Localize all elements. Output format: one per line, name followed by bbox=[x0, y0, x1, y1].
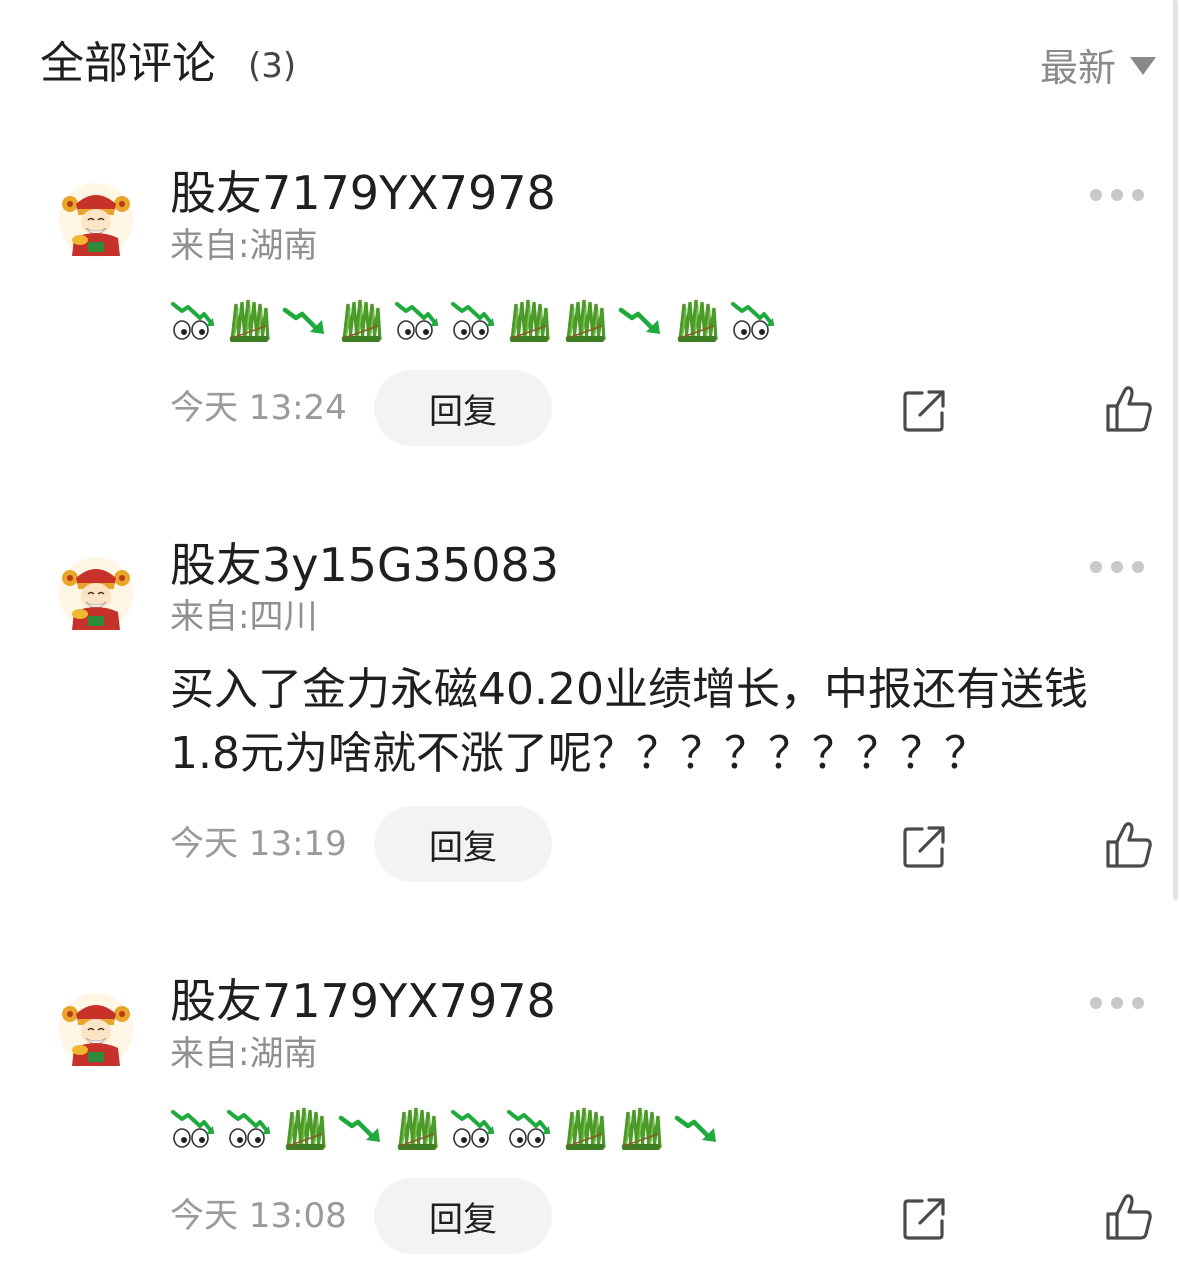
eyes-down-icon bbox=[506, 1106, 552, 1152]
share-icon[interactable] bbox=[902, 823, 948, 869]
grass-icon bbox=[674, 298, 720, 344]
eyes-down-icon bbox=[730, 298, 776, 344]
share-icon[interactable] bbox=[902, 1195, 948, 1241]
comment-username[interactable]: 股友7179YX7978 bbox=[170, 164, 556, 222]
grass-icon bbox=[618, 1106, 664, 1152]
comment-location: 来自:湖南 bbox=[170, 1034, 318, 1074]
grass-icon bbox=[226, 298, 272, 344]
comment-text: 买入了金力永磁40.20业绩增长，中报还有送钱1.8元为啥就不涨了呢？？？？？？… bbox=[170, 664, 1088, 779]
more-options-icon[interactable] bbox=[1090, 185, 1144, 205]
comment-time: 今天 13:08 bbox=[170, 1196, 347, 1236]
like-icon[interactable] bbox=[1104, 820, 1154, 870]
more-options-icon[interactable] bbox=[1090, 993, 1144, 1013]
grass-icon bbox=[282, 1106, 328, 1152]
comment-username[interactable]: 股友3y15G35083 bbox=[170, 536, 559, 594]
comment-username[interactable]: 股友7179YX7978 bbox=[170, 972, 556, 1030]
sort-dropdown[interactable]: 最新 bbox=[1040, 36, 1156, 92]
eyes-down-icon bbox=[394, 298, 440, 344]
grass-icon bbox=[562, 1106, 608, 1152]
eyes-down-icon bbox=[170, 1106, 216, 1152]
reply-button[interactable]: 回复 bbox=[374, 806, 552, 882]
falling-arrow-icon bbox=[282, 298, 328, 344]
grass-icon bbox=[562, 298, 608, 344]
grass-icon bbox=[338, 298, 384, 344]
like-icon[interactable] bbox=[1104, 1192, 1154, 1242]
avatar[interactable] bbox=[58, 556, 134, 632]
falling-arrow-icon bbox=[674, 1106, 720, 1152]
eyes-down-icon bbox=[450, 1106, 496, 1152]
avatar[interactable] bbox=[58, 182, 134, 258]
falling-arrow-icon bbox=[618, 298, 664, 344]
comments-title: 全部评论 bbox=[40, 38, 216, 89]
eyes-down-icon bbox=[170, 298, 216, 344]
reply-button[interactable]: 回复 bbox=[374, 1178, 552, 1254]
caret-down-icon bbox=[1130, 57, 1156, 75]
sort-label: 最新 bbox=[1039, 45, 1116, 90]
comment-time: 今天 13:24 bbox=[170, 388, 347, 428]
falling-arrow-icon bbox=[338, 1106, 384, 1152]
comment-emoji-row bbox=[170, 1104, 720, 1154]
like-icon[interactable] bbox=[1104, 384, 1154, 434]
grass-icon bbox=[394, 1106, 440, 1152]
scrollbar[interactable] bbox=[1173, 0, 1178, 900]
comment-emoji-row bbox=[170, 296, 776, 346]
comment-location: 来自:湖南 bbox=[170, 226, 318, 266]
comments-header: 全部评论 (3) 最新 bbox=[0, 0, 1180, 130]
avatar[interactable] bbox=[58, 992, 134, 1068]
eyes-down-icon bbox=[226, 1106, 272, 1152]
comments-count: (3) bbox=[248, 46, 297, 86]
reply-button[interactable]: 回复 bbox=[374, 370, 552, 446]
comment-location: 来自:四川 bbox=[170, 597, 318, 637]
eyes-down-icon bbox=[450, 298, 496, 344]
more-options-icon[interactable] bbox=[1090, 557, 1144, 577]
share-icon[interactable] bbox=[902, 387, 948, 433]
comments-page: 全部评论 (3) 最新 股友7179YX7978 来自:湖南 今天 13:24 … bbox=[0, 0, 1180, 1268]
comment-time: 今天 13:19 bbox=[170, 824, 347, 864]
grass-icon bbox=[506, 298, 552, 344]
